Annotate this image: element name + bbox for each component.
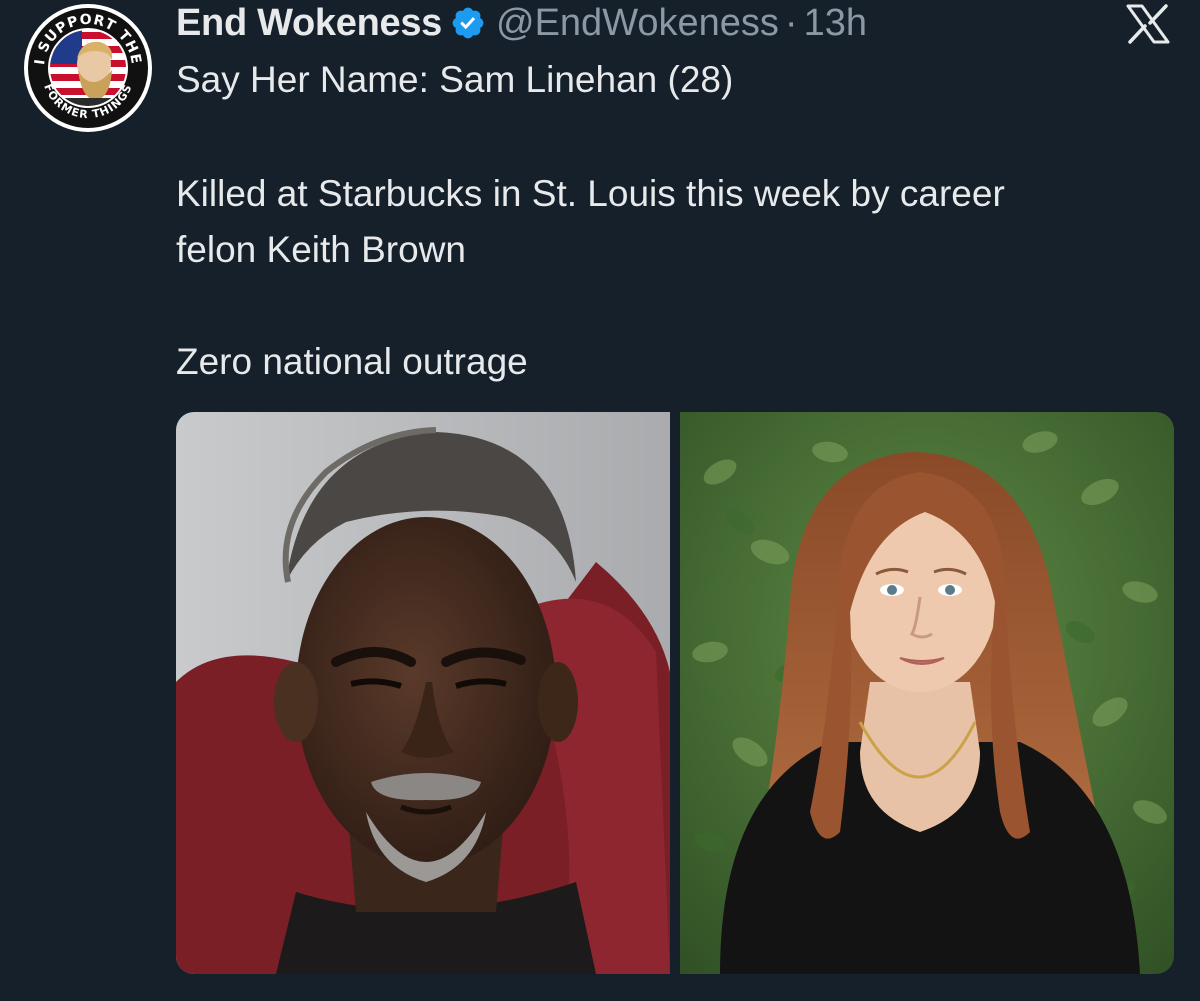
author-handle[interactable]: @EndWokeness — [496, 2, 779, 45]
author-display-name[interactable]: End Wokeness — [176, 2, 442, 45]
avatar-logo-icon: I SUPPORT THE FORMER THINGS — [24, 4, 152, 132]
tweet-text-line: Say Her Name: Sam Linehan (28) — [176, 59, 734, 100]
mugshot-image — [176, 412, 670, 974]
portrait-image — [680, 412, 1174, 974]
tweet-timestamp[interactable]: 13h — [804, 2, 867, 45]
tweet: I SUPPORT THE FORMER THINGS End Wokeness… — [0, 0, 1200, 1001]
tweet-text-line: Killed at Starbucks in St. Louis this we… — [176, 173, 1005, 214]
tweet-media — [176, 412, 1174, 974]
media-photo-woman[interactable] — [680, 412, 1174, 974]
header-separator: · — [784, 1, 798, 44]
author-avatar[interactable]: I SUPPORT THE FORMER THINGS — [22, 2, 154, 134]
tweet-text-line: felon Keith Brown — [176, 229, 467, 270]
media-photo-man[interactable] — [176, 412, 670, 974]
verified-badge-icon — [450, 5, 486, 41]
tweet-text-line: Zero national outrage — [176, 341, 528, 382]
x-logo-icon[interactable] — [1126, 4, 1170, 44]
tweet-header: End Wokeness @EndWokeness · 13h — [176, 0, 867, 46]
